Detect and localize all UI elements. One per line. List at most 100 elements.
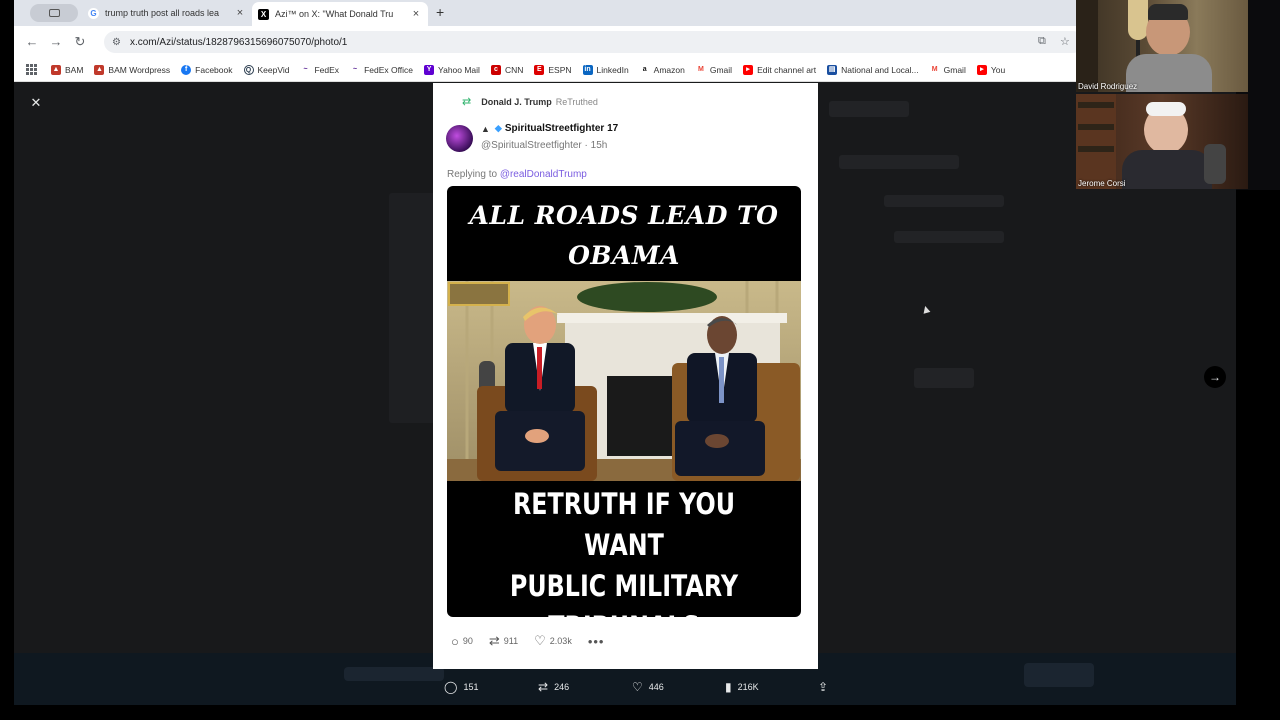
facebook-icon: f bbox=[181, 64, 192, 75]
reload-icon[interactable]: ↻ bbox=[72, 34, 88, 50]
background-content bbox=[914, 368, 974, 388]
retruth-icon: ⇄ bbox=[462, 96, 472, 108]
participant-name: Jerome Corsi bbox=[1078, 179, 1126, 188]
retruth-icon: ⇄ bbox=[488, 633, 500, 648]
x-share-button[interactable]: ⇪ bbox=[818, 680, 834, 694]
bookmark-item[interactable]: Q KeepVid bbox=[243, 64, 289, 75]
site-info-icon[interactable]: ⚙ bbox=[112, 37, 121, 48]
url-text: x.com/Azi/status/1828796315696075070/pho… bbox=[129, 36, 348, 48]
close-icon[interactable]: × bbox=[234, 7, 246, 19]
bookmarks-bar: ▲ BAM ▲ BAM Wordpress f Facebook Q KeepVid ~… bbox=[14, 58, 1236, 82]
bookmark-item[interactable]: E ESPN bbox=[534, 64, 572, 75]
bookmark-item[interactable]: M Gmail bbox=[695, 64, 732, 75]
replying-to: Replying to @realDonaldTrump bbox=[447, 169, 587, 180]
tab-x-post[interactable]: X Azi™ on X: "What Donald Tru × bbox=[252, 2, 428, 26]
espn-icon: E bbox=[534, 64, 545, 75]
close-icon[interactable]: × bbox=[410, 8, 422, 20]
tab-strip: G trump truth post all roads lea × X Azi… bbox=[14, 0, 1236, 26]
repost-icon: ⇄ bbox=[538, 680, 549, 694]
bottom-border bbox=[0, 705, 1280, 720]
close-icon[interactable]: ✕ bbox=[26, 93, 46, 113]
participant-name: David Rodriguez bbox=[1078, 82, 1138, 91]
x-logo-icon: X bbox=[258, 8, 269, 20]
reply-icon: ◯ bbox=[444, 680, 458, 694]
apps-grid-icon[interactable] bbox=[26, 64, 37, 75]
bar-chart-icon: ▮ bbox=[725, 680, 732, 694]
fedex-icon: ~ bbox=[350, 64, 361, 75]
right-border bbox=[1236, 190, 1280, 720]
video-tile-participant-2: Jerome Corsi bbox=[1076, 94, 1248, 189]
tab-group-button[interactable] bbox=[30, 4, 78, 22]
display-name[interactable]: ▲ ◆ SpiritualStreetfighter 17 bbox=[481, 123, 618, 134]
linkedin-icon: in bbox=[582, 64, 593, 75]
badge-icon: ▲ bbox=[481, 123, 490, 134]
gmail-icon: M bbox=[695, 64, 706, 75]
photo-viewer-overlay: ✕ → ▲ ⇄ Donald J. Trump ReTruthed ▲ ◆ Sp… bbox=[14, 83, 1236, 705]
bookmark-item[interactable]: ▤ National and Local... bbox=[827, 64, 919, 75]
x-repost-button[interactable]: ⇄ 246 bbox=[538, 680, 569, 694]
x-views-button[interactable]: ▮ 216K bbox=[725, 680, 759, 694]
background-content bbox=[389, 193, 437, 423]
post-action-bar: ○ 90 ⇄ 911 ♡ 2.03k ••• bbox=[451, 633, 620, 649]
x-like-button[interactable]: ♡ 446 bbox=[632, 680, 664, 694]
bookmark-item[interactable]: ▲ BAM bbox=[51, 64, 83, 75]
window-icon bbox=[49, 9, 60, 17]
yahoo-icon: Y bbox=[424, 64, 435, 75]
tab-title: trump truth post all roads lea bbox=[105, 8, 220, 18]
forward-arrow-icon[interactable]: → bbox=[48, 34, 64, 49]
background-content bbox=[884, 195, 1004, 207]
more-dots-icon: ••• bbox=[587, 633, 605, 649]
background-content bbox=[839, 155, 959, 169]
x-reply-button[interactable]: ◯ 151 bbox=[444, 680, 478, 694]
browser-window: G trump truth post all roads lea × X Azi… bbox=[14, 0, 1236, 705]
bookmark-item[interactable]: a Amazon bbox=[639, 64, 685, 75]
mention-link[interactable]: @realDonaldTrump bbox=[500, 169, 587, 180]
install-app-icon[interactable]: ⧉ bbox=[1038, 35, 1046, 48]
more-button[interactable]: ••• bbox=[588, 634, 605, 649]
left-border bbox=[0, 0, 14, 720]
oval-office-photo bbox=[447, 281, 801, 481]
retruth-header: ⇄ Donald J. Trump ReTruthed bbox=[462, 95, 598, 108]
bookmark-item[interactable]: ▲ BAM Wordpress bbox=[94, 64, 170, 75]
avatar[interactable] bbox=[446, 125, 473, 152]
verified-gem-icon: ◆ bbox=[494, 123, 502, 133]
meme-image[interactable]: ALL ROADS LEAD TO OBAMA RETRUTH IF YOU W… bbox=[447, 186, 801, 617]
heart-icon: ♡ bbox=[534, 633, 546, 648]
cnn-icon: c bbox=[490, 64, 501, 75]
handle-timestamp: @SpiritualStreetfighter · 15h bbox=[481, 140, 608, 151]
like-button[interactable]: ♡ 2.03k bbox=[534, 633, 572, 649]
next-arrow-icon[interactable]: → bbox=[1204, 366, 1226, 388]
bookmark-item[interactable]: in LinkedIn bbox=[582, 64, 629, 75]
google-icon: G bbox=[88, 7, 99, 19]
gmail-icon: M bbox=[929, 64, 940, 75]
bookmark-item[interactable]: ~ FedEx Office bbox=[350, 64, 413, 75]
bookmark-item[interactable]: ▸ Edit channel art bbox=[743, 64, 816, 75]
heart-icon: ♡ bbox=[632, 680, 643, 694]
fedex-icon: ~ bbox=[300, 64, 311, 75]
bookmark-item[interactable]: ▸ You bbox=[976, 64, 1005, 75]
youtube-icon: ▸ bbox=[743, 64, 754, 75]
tab-google-search[interactable]: G trump truth post all roads lea × bbox=[82, 2, 252, 24]
bookmark-item[interactable]: ~ FedEx bbox=[300, 64, 339, 75]
video-tile-participant-1: David Rodriguez bbox=[1076, 0, 1248, 92]
bookmark-favicon-icon: ▲ bbox=[94, 64, 105, 75]
address-bar[interactable]: ⚙ x.com/Azi/status/1828796315696075070/p… bbox=[104, 31, 1084, 53]
truth-post-card: ⇄ Donald J. Trump ReTruthed ▲ ◆ Spiritua… bbox=[433, 83, 818, 669]
background-content bbox=[894, 231, 1004, 243]
bookmark-item[interactable]: f Facebook bbox=[181, 64, 233, 75]
news-icon: ▤ bbox=[827, 64, 838, 75]
bookmark-star-icon[interactable]: ☆ bbox=[1060, 35, 1070, 48]
amazon-icon: a bbox=[639, 64, 650, 75]
new-tab-button[interactable]: + bbox=[436, 4, 444, 20]
reply-button[interactable]: ○ 90 bbox=[451, 634, 473, 649]
retruth-button[interactable]: ⇄ 911 bbox=[489, 633, 518, 649]
meme-top-caption: ALL ROADS LEAD TO OBAMA bbox=[469, 201, 779, 270]
bookmark-item[interactable]: M Gmail bbox=[929, 64, 966, 75]
bookmark-item[interactable]: c CNN bbox=[490, 64, 523, 75]
keepvid-icon: Q bbox=[243, 64, 254, 75]
back-arrow-icon[interactable]: ← bbox=[24, 34, 40, 49]
tab-title: Azi™ on X: "What Donald Tru bbox=[275, 9, 394, 19]
retruth-author[interactable]: Donald J. Trump bbox=[481, 97, 552, 107]
bookmark-item[interactable]: Y Yahoo Mail bbox=[424, 64, 480, 75]
mouse-cursor-icon: ▲ bbox=[918, 300, 934, 318]
